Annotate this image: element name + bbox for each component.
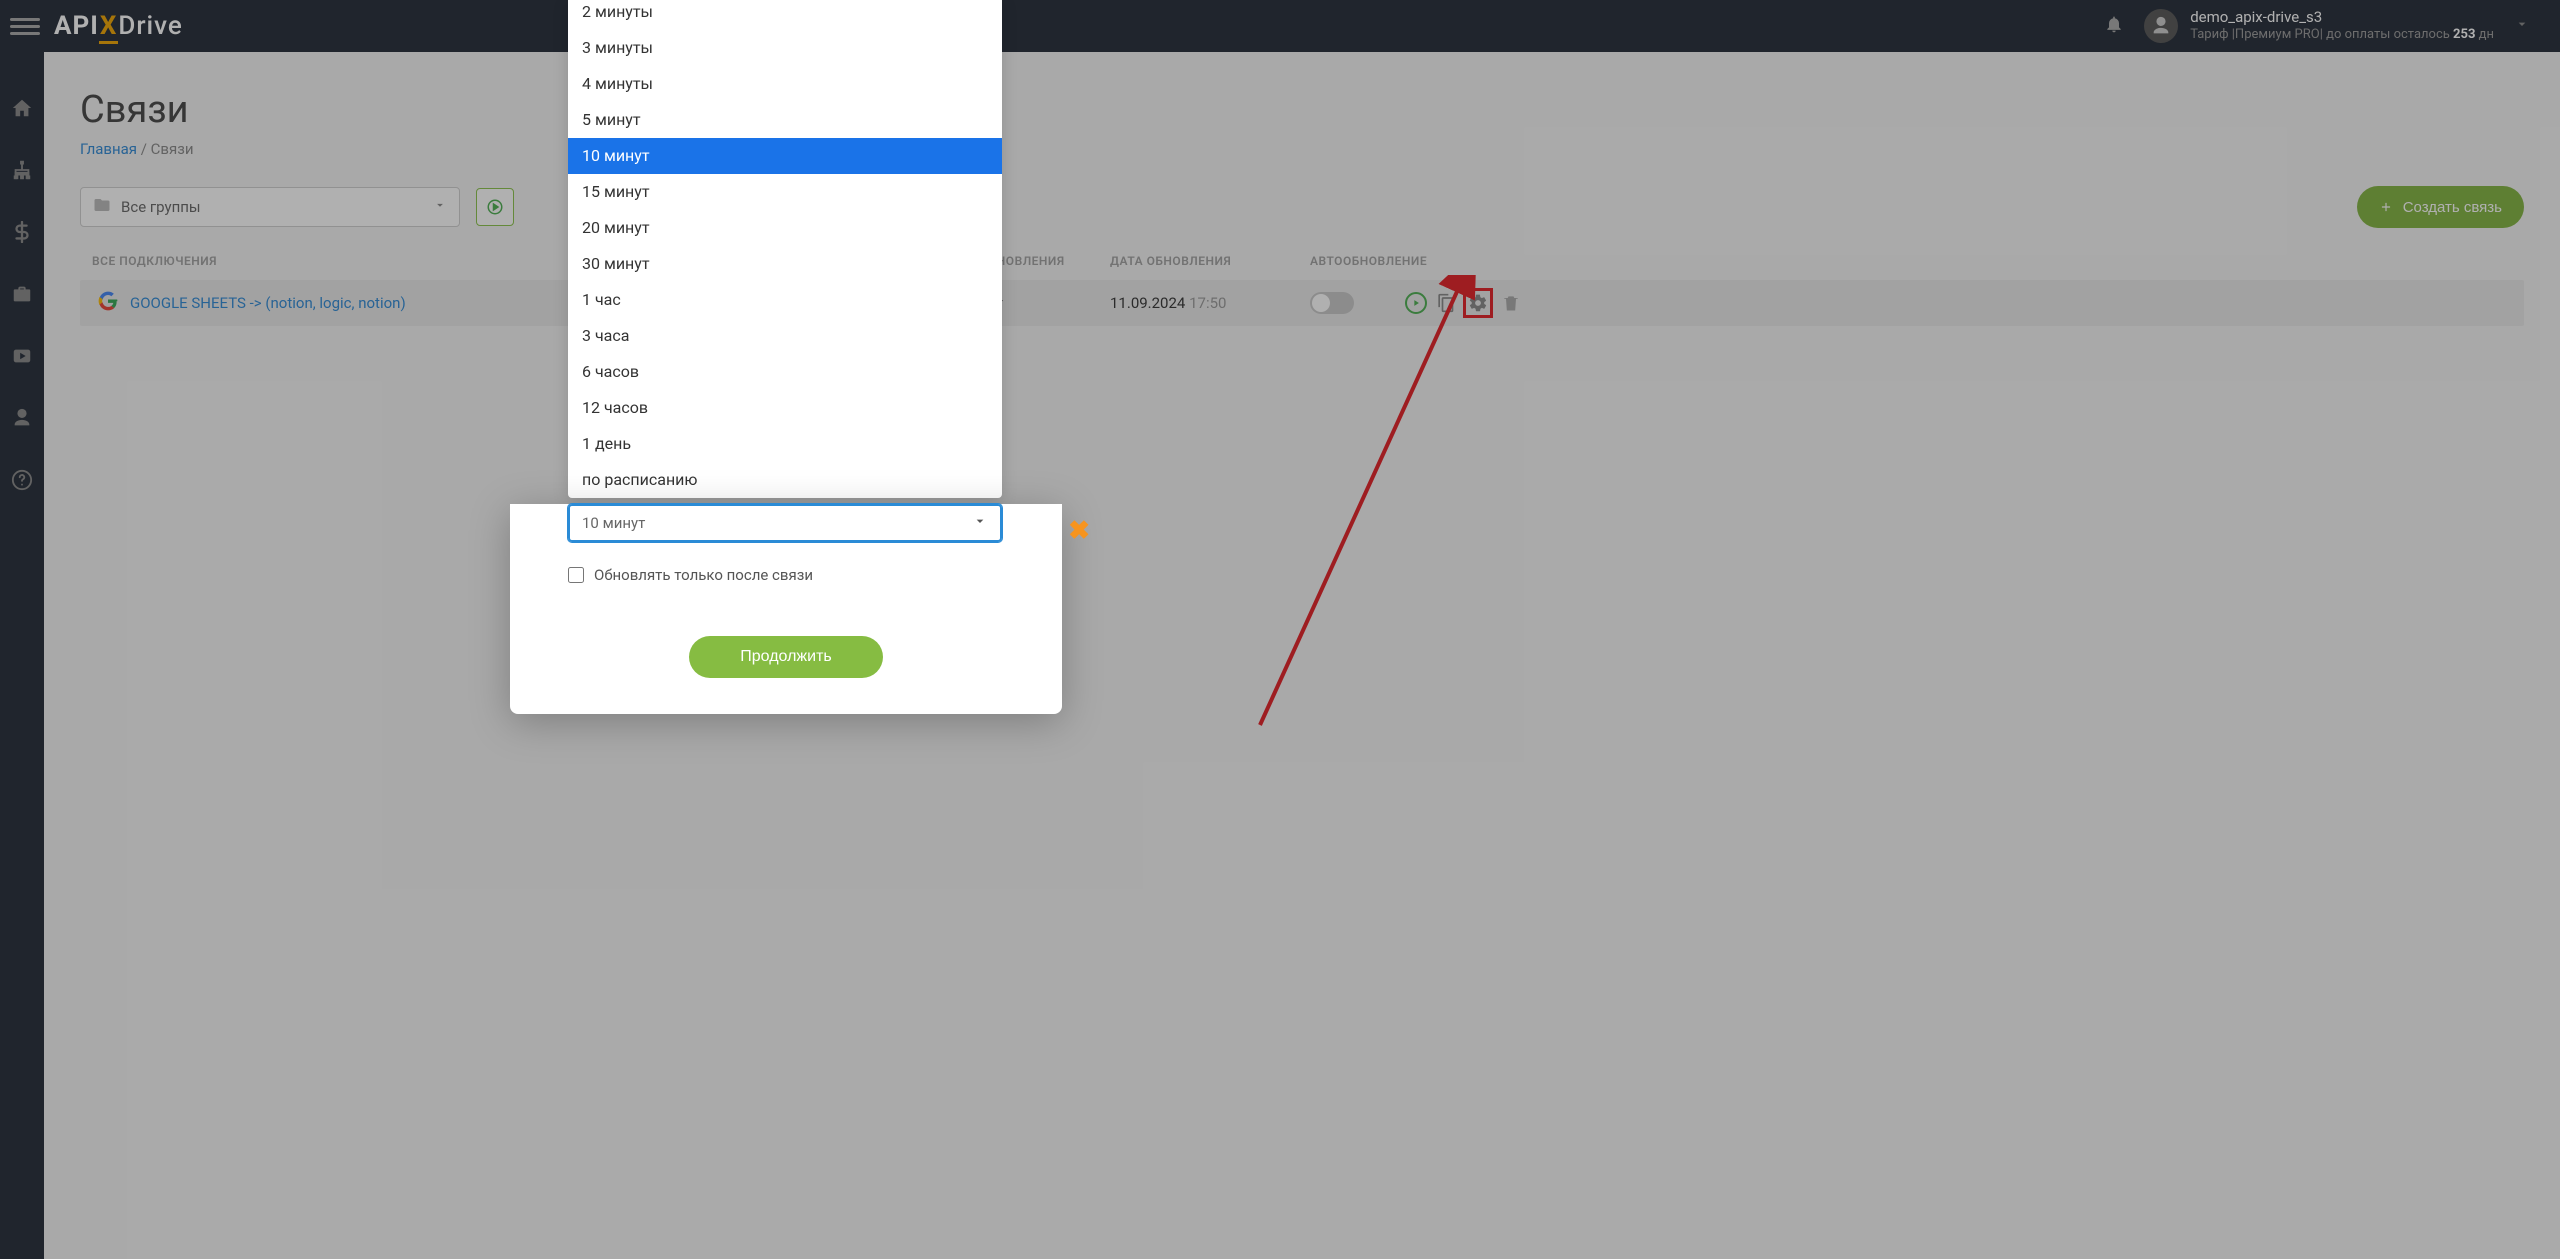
interval-option[interactable]: 2 минуты: [568, 0, 1002, 30]
interval-option[interactable]: 1 час: [568, 282, 1002, 318]
interval-option[interactable]: 4 минуты: [568, 66, 1002, 102]
interval-select-value: 10 минут: [582, 514, 645, 532]
update-after-checkbox[interactable]: [568, 567, 584, 583]
interval-dropdown-list: 2 минуты3 минуты4 минуты5 минут10 минут1…: [568, 0, 1002, 498]
modal-body: ✖ 10 минут Обновлять только после связи …: [510, 504, 1062, 714]
interval-option[interactable]: 15 минут: [568, 174, 1002, 210]
interval-option[interactable]: 1 день: [568, 426, 1002, 462]
modal-overlay[interactable]: [0, 0, 2560, 1259]
interval-option[interactable]: 6 часов: [568, 354, 1002, 390]
interval-option[interactable]: 3 минуты: [568, 30, 1002, 66]
interval-modal: 2 минуты3 минуты4 минуты5 минут10 минут1…: [510, 0, 1062, 714]
chevron-down-icon: [972, 513, 988, 533]
interval-select[interactable]: 10 минут: [568, 504, 1002, 542]
interval-option[interactable]: по расписанию: [568, 462, 1002, 498]
update-after-checkbox-row[interactable]: Обновлять только после связи: [568, 566, 1004, 584]
close-icon[interactable]: ✖: [1068, 518, 1090, 544]
interval-option[interactable]: 30 минут: [568, 246, 1002, 282]
continue-button[interactable]: Продолжить: [689, 636, 883, 678]
interval-option[interactable]: 10 минут: [568, 138, 1002, 174]
interval-option[interactable]: 20 минут: [568, 210, 1002, 246]
interval-option[interactable]: 5 минут: [568, 102, 1002, 138]
checkbox-label: Обновлять только после связи: [594, 566, 813, 584]
interval-option[interactable]: 3 часа: [568, 318, 1002, 354]
interval-option[interactable]: 12 часов: [568, 390, 1002, 426]
